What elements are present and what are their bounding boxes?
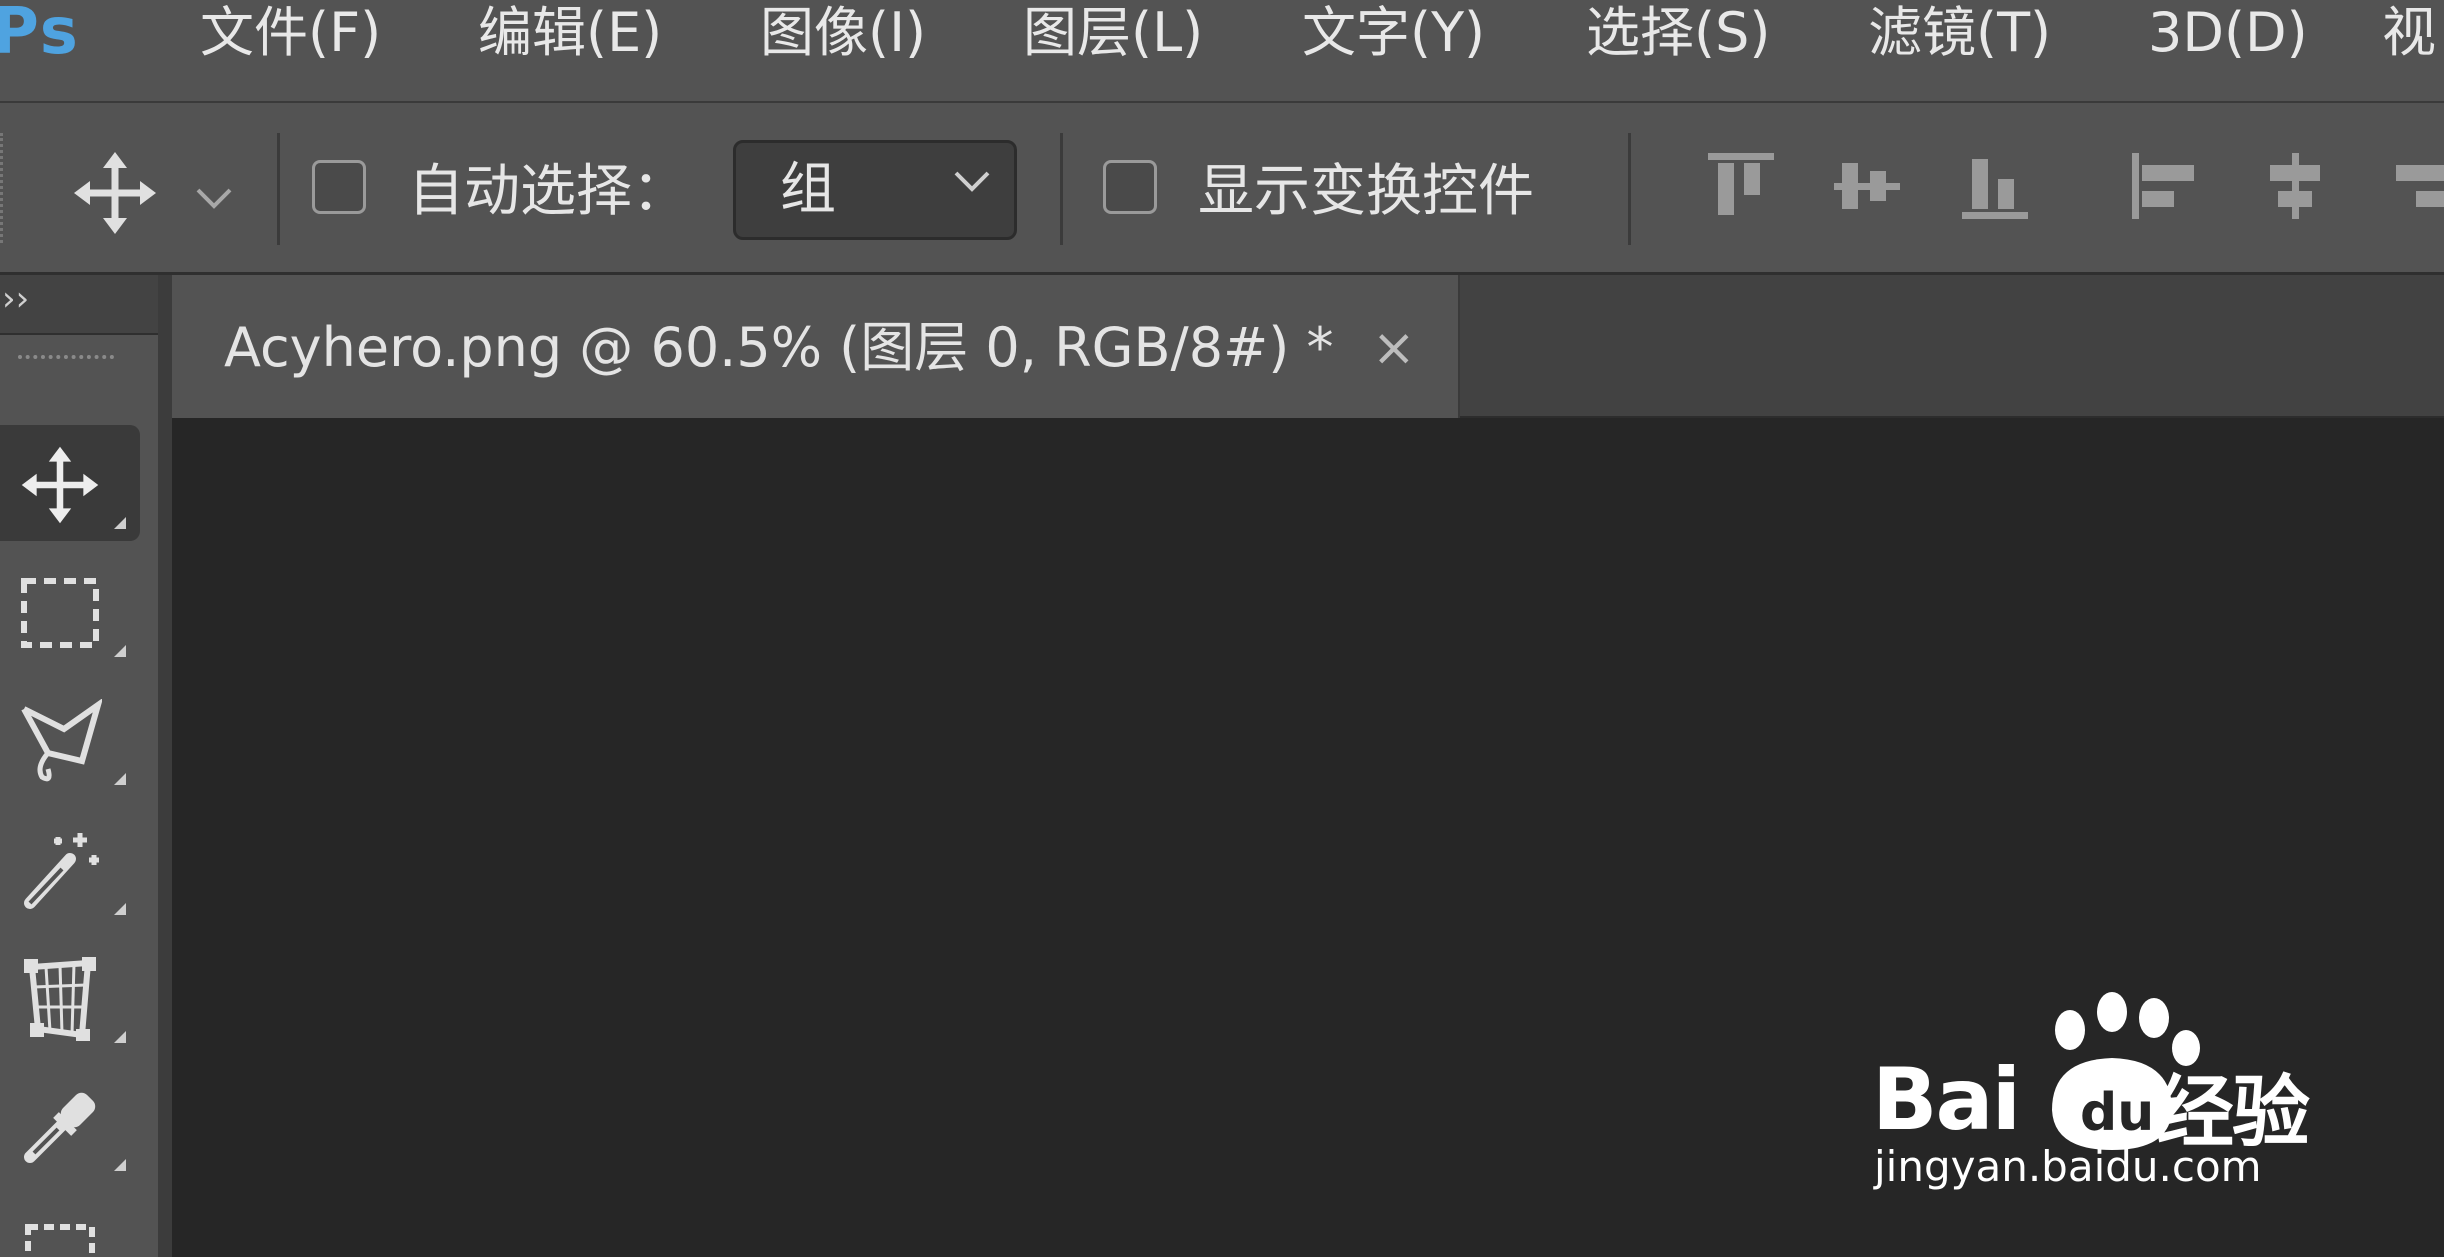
eyedropper-icon <box>24 1092 96 1163</box>
watermark-brand: Bai <box>1872 1050 2021 1150</box>
options-bar: 自动选择： 组 显示变换控件 <box>0 103 2444 275</box>
eyedropper-tool[interactable] <box>0 1067 140 1183</box>
menu-view[interactable]: 视 <box>2382 0 2436 70</box>
magic-wand-icon <box>24 833 99 909</box>
align-horizontal-centers-icon[interactable] <box>2260 151 2330 221</box>
separator <box>277 133 280 245</box>
options-bar-grip[interactable] <box>0 133 9 243</box>
auto-select-dropdown[interactable]: 组 <box>733 140 1017 240</box>
perspective-crop-icon <box>24 957 96 1041</box>
magic-wand-tool[interactable] <box>0 811 140 927</box>
align-bottom-edges-icon[interactable] <box>1960 151 2030 221</box>
tools-panel-edge <box>158 275 172 1257</box>
menu-edit[interactable]: 编辑(E) <box>478 0 662 70</box>
menu-image[interactable]: 图像(I) <box>760 0 926 70</box>
move-icon <box>74 152 156 234</box>
show-transform-checkbox[interactable] <box>1103 160 1157 214</box>
lasso-tool[interactable] <box>0 681 140 797</box>
menu-type[interactable]: 文字(Y) <box>1302 0 1485 70</box>
watermark-url: jingyan.baidu.com <box>1874 1142 2262 1191</box>
tool-preset-picker[interactable] <box>70 148 250 238</box>
align-left-edges-icon[interactable] <box>2130 151 2200 221</box>
separator <box>1060 133 1063 245</box>
frame-tool[interactable] <box>0 1195 140 1257</box>
show-transform-label: 显示变换控件 <box>1198 159 1534 224</box>
align-right-edges-icon[interactable] <box>2396 151 2444 221</box>
rect-marquee-icon <box>21 578 99 648</box>
perspective-crop-tool[interactable] <box>0 939 140 1055</box>
menu-select[interactable]: 选择(S) <box>1586 0 1770 70</box>
menu-layer[interactable]: 图层(L) <box>1023 0 1203 70</box>
auto-select-checkbox[interactable] <box>312 160 366 214</box>
align-top-edges-icon[interactable] <box>1706 151 1776 221</box>
move-tool[interactable] <box>0 425 140 541</box>
submenu-indicator <box>114 1031 126 1043</box>
close-icon[interactable]: × <box>1372 315 1416 381</box>
svg-text:du: du <box>2080 1083 2154 1143</box>
submenu-indicator <box>114 1159 126 1171</box>
baidu-jingyan-watermark: du Bai 经验 jingyan.baidu.com <box>1872 990 2392 1210</box>
document-tab-strip: Acyhero.png @ 60.5% (图层 0, RGB/8#) * × <box>172 275 2444 418</box>
auto-select-label: 自动选择： <box>408 159 688 224</box>
align-vertical-centers-icon[interactable] <box>1832 151 1902 221</box>
menu-3d[interactable]: 3D(D) <box>2148 0 2308 70</box>
tools-panel-collapse[interactable]: ›› <box>0 275 158 335</box>
double-chevron-right-icon: ›› <box>2 279 30 319</box>
document-tab[interactable]: Acyhero.png @ 60.5% (图层 0, RGB/8#) * × <box>172 275 1460 418</box>
menu-bar: Ps 文件(F) 编辑(E) 图像(I) 图层(L) 文字(Y) 选择(S) 滤… <box>0 0 2444 103</box>
document-tab-title: Acyhero.png @ 60.5% (图层 0, RGB/8#) * <box>224 316 1334 379</box>
tools-panel-grip[interactable] <box>18 355 114 369</box>
menu-filter[interactable]: 滤镜(T) <box>1868 0 2051 70</box>
submenu-indicator <box>114 773 126 785</box>
chevron-down-icon <box>196 188 232 209</box>
polygon-lasso-icon <box>21 699 102 782</box>
separator <box>1628 133 1631 245</box>
marquee-tool[interactable] <box>0 553 140 669</box>
auto-select-value: 组 <box>780 157 836 222</box>
submenu-indicator <box>114 903 126 915</box>
submenu-indicator <box>114 517 126 529</box>
ps-logo: Ps <box>0 0 80 69</box>
frame-icon <box>25 1224 95 1257</box>
chevron-down-icon <box>954 171 990 192</box>
submenu-indicator <box>114 645 126 657</box>
move-icon <box>21 446 99 524</box>
menu-file[interactable]: 文件(F) <box>200 0 381 70</box>
tools-panel: ›› <box>0 275 158 1257</box>
